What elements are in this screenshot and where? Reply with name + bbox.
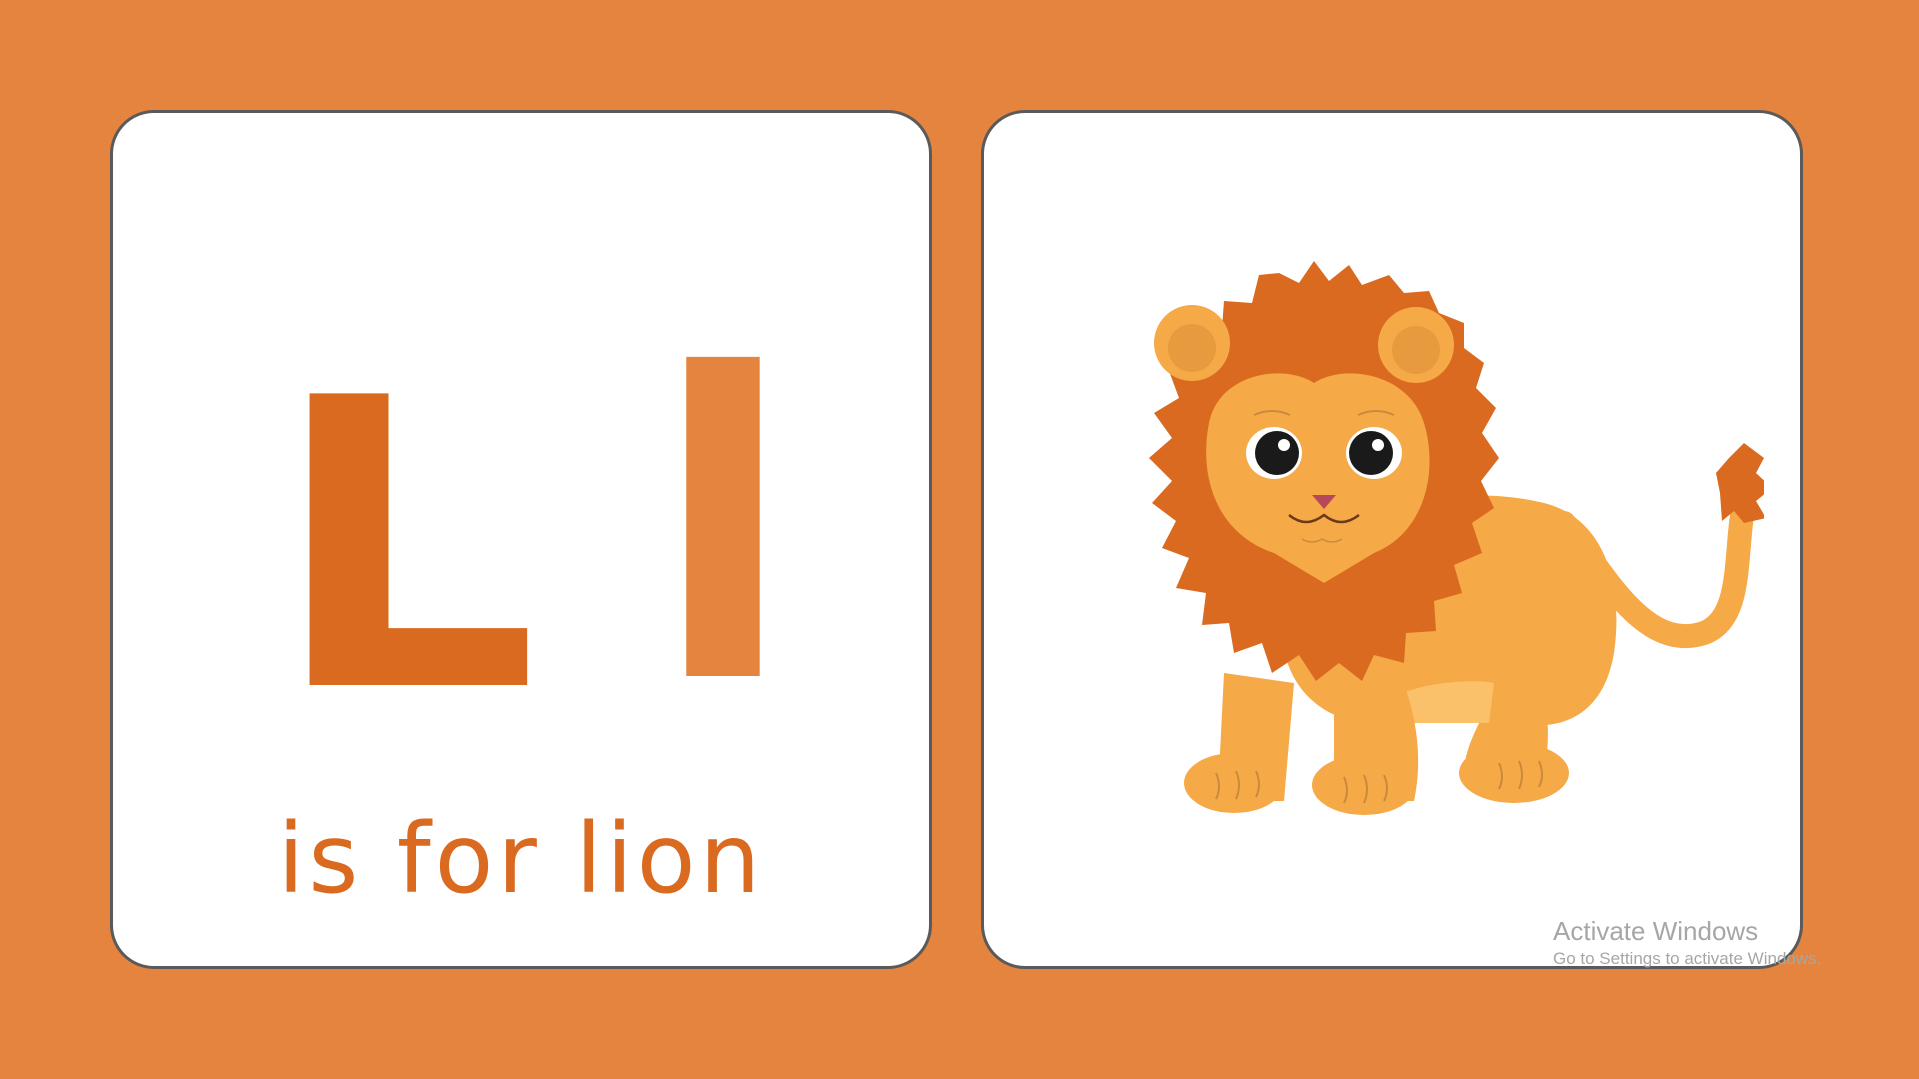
letter-pair: L l: [113, 322, 929, 748]
uppercase-letter: L: [271, 315, 539, 780]
lion-icon: [1149, 261, 1772, 815]
letter-card: L l is for lion: [110, 110, 932, 969]
lion-illustration: [1044, 253, 1772, 833]
lowercase-letter: l: [651, 287, 795, 776]
phrase-text: is for lion: [277, 803, 765, 915]
picture-card: [981, 110, 1803, 969]
